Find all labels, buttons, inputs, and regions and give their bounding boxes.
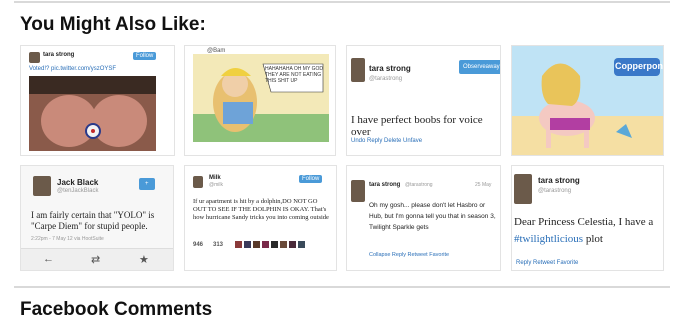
tweet-text: I have perfect boobs for voice over xyxy=(351,114,483,138)
tweet-text: I am fairly certain that "YOLO" is "Carp… xyxy=(31,210,155,231)
follow-button: + xyxy=(139,178,155,190)
tweet-text: Oh my gosh... please don't let Hasbro or… xyxy=(369,202,496,231)
tweet-text: Voted!? pic.twitter.com/yszOYSF xyxy=(29,66,117,72)
tweet-handle: @tarastrong xyxy=(369,76,403,82)
tweet-meta: 2:22pm - 7 May 12 via HootSuite xyxy=(31,236,104,242)
related-thumbnail-1[interactable]: tara strong Follow Voted!? pic.twitter.c… xyxy=(20,45,175,156)
tweet-text: Dear Princess Celestia, I have a #twilig… xyxy=(514,214,663,248)
tweet-handle: @tarastrong xyxy=(538,188,572,194)
section-divider-top xyxy=(14,1,670,3)
tweet-handle: @milk xyxy=(209,182,223,188)
tweet-text-end: plot xyxy=(585,233,603,245)
tweet-actions: Reply Retweet Favorite xyxy=(516,260,579,266)
avatar-strip xyxy=(235,241,305,248)
favorite-icon: ★ xyxy=(139,254,149,266)
tweet-author: tara strong xyxy=(538,176,580,185)
avatar xyxy=(351,58,365,82)
tweet-handle: @tarastrong xyxy=(405,182,433,188)
speech-bubble: HAHAHAHA OH MY GOD THEY ARE NOT EATING T… xyxy=(265,66,323,84)
section-divider-bottom xyxy=(14,286,670,288)
section-title: You Might Also Like: xyxy=(20,14,206,35)
avatar xyxy=(193,176,203,188)
retweet-count: 946 xyxy=(193,242,204,248)
related-thumbnail-8[interactable]: tara strong @tarastrong Dear Princess Ce… xyxy=(511,165,664,271)
related-thumbnail-5[interactable]: Jack Black @tenJackBlack + I am fairly c… xyxy=(20,165,174,271)
tweet-handle: @tenJackBlack xyxy=(57,188,99,194)
tweet-author: Jack Black xyxy=(57,178,99,187)
related-thumbnail-4[interactable]: Copperpony xyxy=(511,45,664,156)
comments-title: Facebook Comments xyxy=(20,299,213,320)
related-thumbnail-7[interactable]: tara strong @tarastrong 25 May Oh my gos… xyxy=(346,165,501,271)
tweet-author: tara strong xyxy=(43,52,75,58)
related-thumbnail-2[interactable]: @Bam HAHAHAHA OH MY GOD THEY ARE NOT EAT… xyxy=(184,45,336,156)
avatar xyxy=(33,176,51,196)
favorite-count: 313 xyxy=(213,242,224,248)
tweet-text-start: Dear Princess Celestia, I have a xyxy=(514,216,654,228)
tweet-author: Milk xyxy=(209,175,221,181)
tweet-text: If ur apartment is hit by a dolphin,DO N… xyxy=(193,198,329,221)
tweet-photo xyxy=(29,76,156,151)
hashtag-link: #twilightlicious xyxy=(514,233,584,245)
follow-button: Follow xyxy=(133,52,157,60)
retweet-icon: ⇄ xyxy=(91,254,101,266)
tweet-author: tara strong xyxy=(369,64,411,73)
reply-icon: ← xyxy=(43,253,54,265)
follow-button: Observeaway xyxy=(459,60,500,74)
avatar xyxy=(514,174,532,204)
related-thumbnail-3[interactable]: tara strong @tarastrong Observeaway I ha… xyxy=(346,45,501,156)
tweet-date: 25 May xyxy=(475,182,492,188)
follow-button: Follow xyxy=(299,175,323,183)
pony-logo: Copperpony xyxy=(615,61,664,71)
tweet-actions: Undo Reply Delete Unfave xyxy=(351,138,423,144)
tweet-action-bar: ← ⇄ ★ xyxy=(21,248,173,270)
avatar xyxy=(29,52,40,63)
related-thumbnail-6[interactable]: Milk @milk Follow If ur apartment is hit… xyxy=(184,165,337,271)
tweet-author: tara strong xyxy=(369,182,401,188)
avatar xyxy=(351,180,365,202)
tweet-actions: Collapse Reply Retweet Favorite xyxy=(369,252,450,258)
